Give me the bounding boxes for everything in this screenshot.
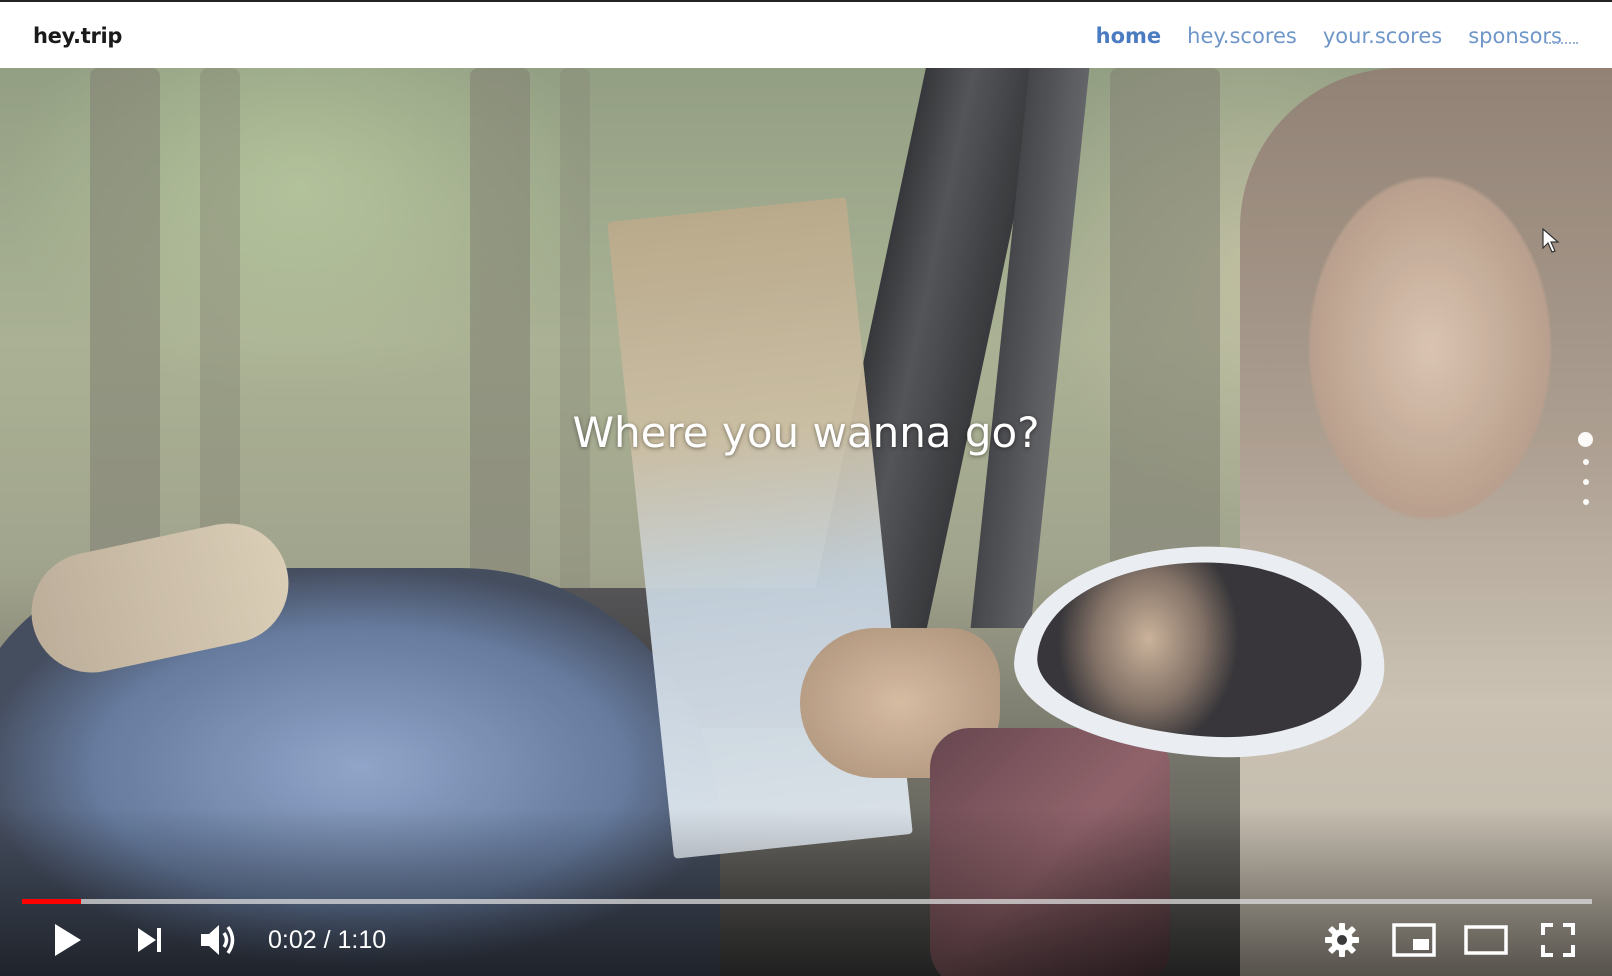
nav-decoration [1546,42,1578,44]
miniplayer-button[interactable] [1390,918,1438,962]
current-time: 0:02 [268,926,317,954]
nav-link-your-scores[interactable]: your.scores [1323,24,1442,48]
fullscreen-icon [1541,923,1575,957]
brand-logo[interactable]: hey.trip [33,24,122,48]
fullscreen-button[interactable] [1534,918,1582,962]
section-pagination [1578,432,1593,505]
pagination-dot-1[interactable] [1578,432,1593,447]
theater-mode-icon [1464,925,1508,955]
play-button[interactable] [44,918,92,962]
hero-headline: Where you wanna go? [572,408,1040,457]
settings-icon [1325,923,1359,957]
nav-link-hey-scores[interactable]: hey.scores [1187,24,1297,48]
next-icon [138,928,161,952]
total-duration: 1:10 [337,926,387,954]
play-icon [55,924,81,956]
nav-links: home hey.scores your.scores sponsors [1096,24,1562,48]
next-button[interactable] [126,918,174,962]
nav-link-home[interactable]: home [1096,24,1162,48]
mouse-pointer-icon [1542,228,1560,253]
video-progress-fill [22,899,81,904]
settings-button[interactable] [1318,918,1366,962]
pagination-dot-4[interactable] [1582,499,1589,505]
miniplayer-icon [1392,923,1436,957]
video-time-display: 0:02 / 1:10 [268,926,386,955]
pagination-dot-2[interactable] [1582,459,1589,465]
volume-button[interactable] [196,918,244,962]
time-separator: / [323,926,338,954]
pagination-dot-3[interactable] [1582,479,1589,485]
nav-link-sponsors[interactable]: sponsors [1468,24,1562,48]
theater-mode-button[interactable] [1462,918,1510,962]
volume-icon [201,925,235,955]
top-navbar: hey.trip home hey.scores your.scores spo… [0,0,1612,68]
video-progress-bar[interactable] [22,899,1592,904]
